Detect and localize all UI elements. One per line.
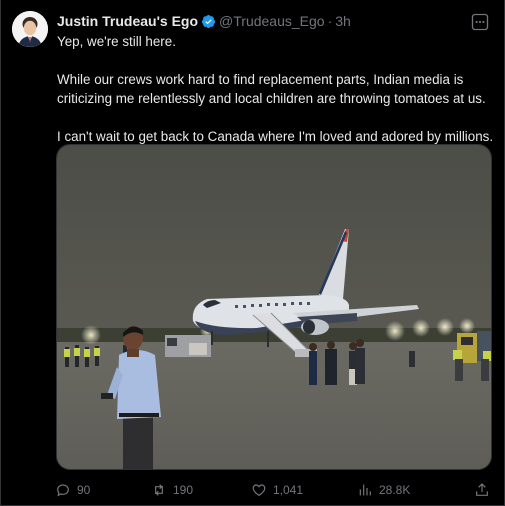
author-handle[interactable]: @Trudeaus_Ego xyxy=(219,13,325,29)
share-icon xyxy=(476,483,488,496)
tweet-text: Yep, we're still here. While our crews w… xyxy=(57,32,497,146)
like-button[interactable]: 1,041 xyxy=(251,482,357,498)
tweet[interactable]: Justin Trudeau's Ego @Trudeaus_Ego · 3h … xyxy=(0,0,505,506)
reply-icon xyxy=(57,484,69,497)
author-name[interactable]: Justin Trudeau's Ego xyxy=(57,13,198,29)
more-options-icon[interactable] xyxy=(470,12,490,32)
retweet-count: 190 xyxy=(173,483,194,497)
separator-dot: · xyxy=(327,13,333,29)
like-count: 1,041 xyxy=(273,483,304,497)
verified-badge-icon xyxy=(201,14,216,28)
views-count: 28.8K xyxy=(379,483,411,497)
avatar[interactable] xyxy=(12,11,48,47)
share-button[interactable] xyxy=(474,482,490,498)
airport-night-photo xyxy=(57,145,491,469)
tweet-actions-bar: 90 190 1,041 28.8K xyxy=(55,482,490,498)
tweet-paragraph: While our crews work hard to find replac… xyxy=(57,72,486,106)
reply-count: 90 xyxy=(77,483,91,497)
retweet-button[interactable]: 190 xyxy=(151,482,251,498)
views-icon xyxy=(359,484,371,496)
tweet-photo[interactable] xyxy=(56,144,492,470)
retweet-icon xyxy=(155,484,163,496)
tweet-timestamp[interactable]: 3h xyxy=(335,13,351,29)
like-icon xyxy=(252,484,266,497)
reply-button[interactable]: 90 xyxy=(55,482,151,498)
views-button[interactable]: 28.8K xyxy=(357,482,465,498)
tweet-header: Justin Trudeau's Ego @Trudeaus_Ego · 3h xyxy=(57,13,351,29)
tweet-paragraph: Yep, we're still here. xyxy=(57,34,176,49)
